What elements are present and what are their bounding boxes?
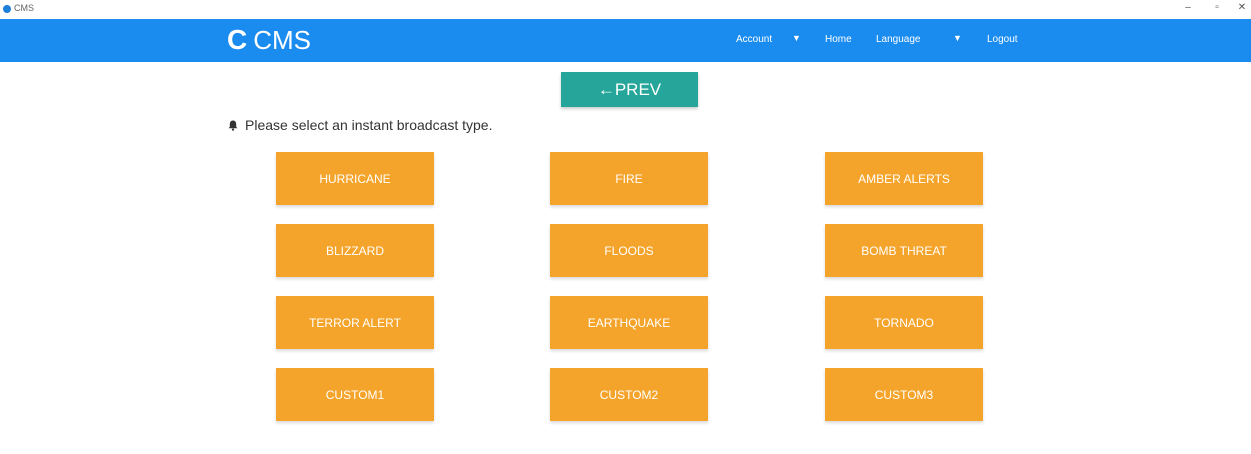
broadcast-amber-alerts-button[interactable]: AMBER ALERTS <box>825 152 983 205</box>
prev-button[interactable]: ←PREV <box>561 72 698 107</box>
brand-logo[interactable]: C CMS <box>227 23 311 57</box>
window-title-bar: CMS – ▫ ✕ <box>0 0 1251 19</box>
broadcast-hurricane-button[interactable]: HURRICANE <box>276 152 434 205</box>
brand-logo-text: CMS <box>253 24 312 55</box>
broadcast-fire-button[interactable]: FIRE <box>550 152 708 205</box>
nav-home[interactable]: Home <box>825 34 852 45</box>
language-caret-icon[interactable]: ▼ <box>953 33 962 43</box>
window-title: CMS <box>14 3 34 13</box>
broadcast-custom3-button[interactable]: CUSTOM3 <box>825 368 983 421</box>
nav-account[interactable]: Account <box>736 34 772 45</box>
account-caret-icon[interactable]: ▼ <box>792 33 801 43</box>
maximize-button[interactable]: ▫ <box>1207 2 1227 13</box>
broadcast-custom2-button[interactable]: CUSTOM2 <box>550 368 708 421</box>
app-header: C CMS Account ▼ Home Language ▼ Logout <box>0 19 1251 62</box>
bell-icon <box>228 120 238 131</box>
broadcast-tornado-button[interactable]: TORNADO <box>825 296 983 349</box>
minimize-button[interactable]: – <box>1178 2 1198 13</box>
brand-logo-letter: C <box>227 24 248 55</box>
prompt-text: Please select an instant broadcast type. <box>245 117 493 133</box>
app-icon <box>3 5 11 13</box>
broadcast-custom1-button[interactable]: CUSTOM1 <box>276 368 434 421</box>
broadcast-earthquake-button[interactable]: EARTHQUAKE <box>550 296 708 349</box>
broadcast-prompt: Please select an instant broadcast type. <box>228 117 492 133</box>
broadcast-bomb-threat-button[interactable]: BOMB THREAT <box>825 224 983 277</box>
nav-language[interactable]: Language <box>876 34 921 45</box>
nav-logout[interactable]: Logout <box>987 34 1018 45</box>
broadcast-terror-alert-button[interactable]: TERROR ALERT <box>276 296 434 349</box>
broadcast-floods-button[interactable]: FLOODS <box>550 224 708 277</box>
broadcast-blizzard-button[interactable]: BLIZZARD <box>276 224 434 277</box>
close-button[interactable]: ✕ <box>1232 2 1251 13</box>
